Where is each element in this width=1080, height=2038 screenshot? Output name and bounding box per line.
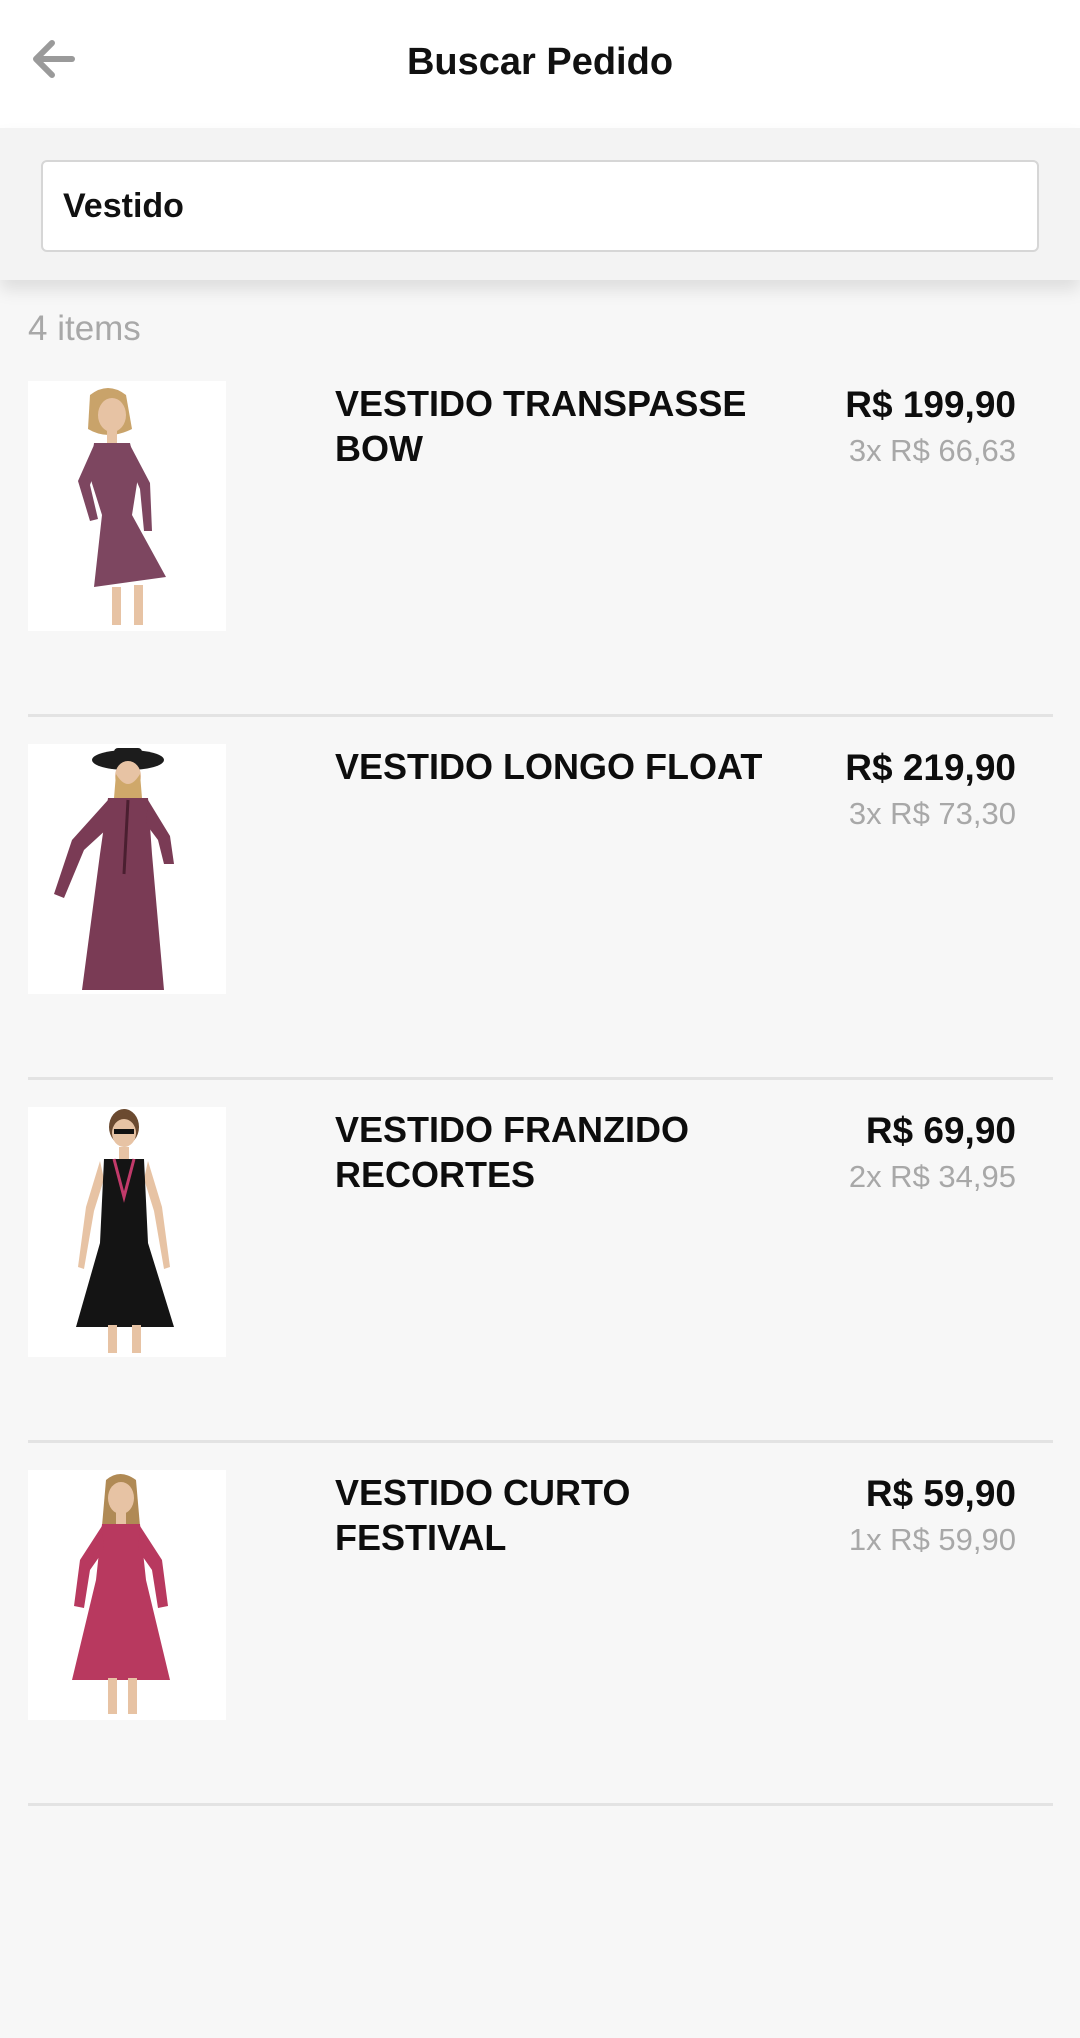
- page-title: Buscar Pedido: [406, 41, 674, 83]
- product-installments: 3x R$ 66,63: [848, 433, 1016, 468]
- product-price-box: R$ 69,90 2x R$ 34,95: [849, 1107, 1016, 1199]
- product-price-box: R$ 199,90 3x R$ 66,63: [845, 381, 1016, 473]
- product-image[interactable]: [28, 1470, 226, 1720]
- product-price: R$ 199,90: [845, 384, 1016, 425]
- divider: [28, 1440, 1053, 1443]
- product-price-box: R$ 219,90 3x R$ 73,30: [845, 744, 1016, 836]
- product-name: VESTIDO FRANZIDO RECORTES: [335, 1109, 690, 1195]
- product-item[interactable]: VESTIDO CURTO FESTIVAL R$ 59,90 1x R$ 59…: [0, 1470, 1080, 1833]
- product-installments: 3x R$ 73,30: [848, 796, 1016, 831]
- product-name: VESTIDO TRANSPASSE BOW: [335, 383, 747, 469]
- product-installments: 2x R$ 34,95: [848, 1159, 1016, 1194]
- product-price-box: R$ 59,90 1x R$ 59,90: [849, 1470, 1016, 1562]
- divider: [28, 1077, 1053, 1080]
- app-header: Buscar Pedido: [0, 0, 1080, 128]
- product-name: VESTIDO LONGO FLOAT: [335, 746, 763, 787]
- product-item[interactable]: VESTIDO LONGO FLOAT R$ 219,90 3x R$ 73,3…: [0, 744, 1080, 1107]
- product-price: R$ 69,90: [865, 1110, 1016, 1151]
- product-price: R$ 59,90: [865, 1473, 1016, 1514]
- product-image[interactable]: [28, 1107, 226, 1357]
- product-item[interactable]: VESTIDO TRANSPASSE BOW R$ 199,90 3x R$ 6…: [0, 381, 1080, 744]
- search-input[interactable]: [41, 160, 1039, 252]
- product-price: R$ 219,90: [845, 747, 1016, 788]
- product-image[interactable]: [28, 744, 226, 994]
- divider: [28, 1803, 1053, 1806]
- product-image[interactable]: [28, 381, 226, 631]
- product-installments: 1x R$ 59,90: [848, 1522, 1016, 1557]
- product-name: VESTIDO CURTO FESTIVAL: [335, 1472, 631, 1558]
- divider: [28, 714, 1053, 717]
- search-bar: [0, 128, 1080, 280]
- product-item[interactable]: VESTIDO FRANZIDO RECORTES R$ 69,90 2x R$…: [0, 1107, 1080, 1470]
- results-count: 4 items: [28, 309, 141, 348]
